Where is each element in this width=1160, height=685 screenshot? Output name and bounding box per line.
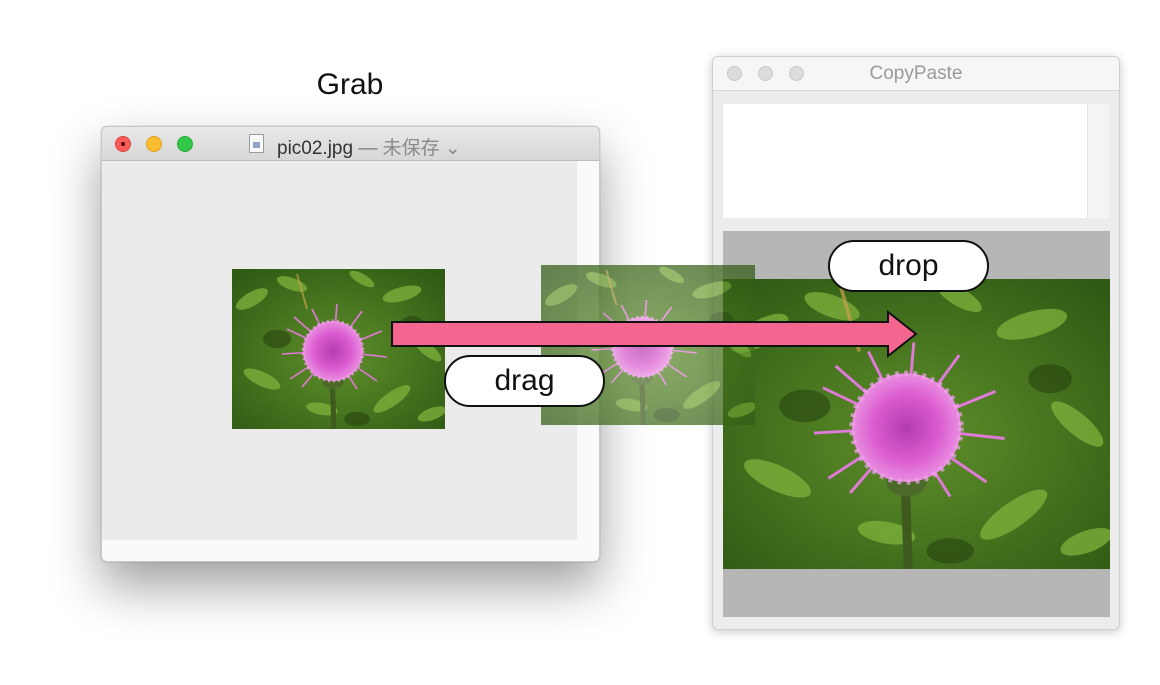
text-area-scrollbar[interactable] [1087, 104, 1109, 218]
chevron-down-icon[interactable]: ⌄ [445, 138, 461, 159]
grab-titlebar[interactable]: pic02.jpg — 未保存 ⌄ [102, 127, 599, 161]
close-button[interactable] [115, 136, 131, 152]
zoom-button[interactable] [177, 136, 193, 152]
title-separator: — [358, 138, 378, 159]
drag-label: drag [444, 355, 605, 407]
arrow-right-icon [391, 309, 918, 359]
minimize-button[interactable] [146, 136, 162, 152]
window-title: CopyPaste [869, 63, 963, 84]
drop-label: drop [828, 240, 989, 292]
horizontal-scrollbar[interactable] [102, 540, 599, 561]
copypaste-titlebar[interactable]: CopyPaste [713, 57, 1119, 91]
unsaved-status: 未保存 [382, 138, 440, 159]
grab-caption: Grab [316, 68, 384, 101]
window-title[interactable]: pic02.jpg — 未保存 ⌄ [277, 133, 461, 160]
document-icon [249, 134, 264, 153]
filename: pic02.jpg [277, 138, 354, 159]
text-area[interactable] [723, 104, 1087, 218]
